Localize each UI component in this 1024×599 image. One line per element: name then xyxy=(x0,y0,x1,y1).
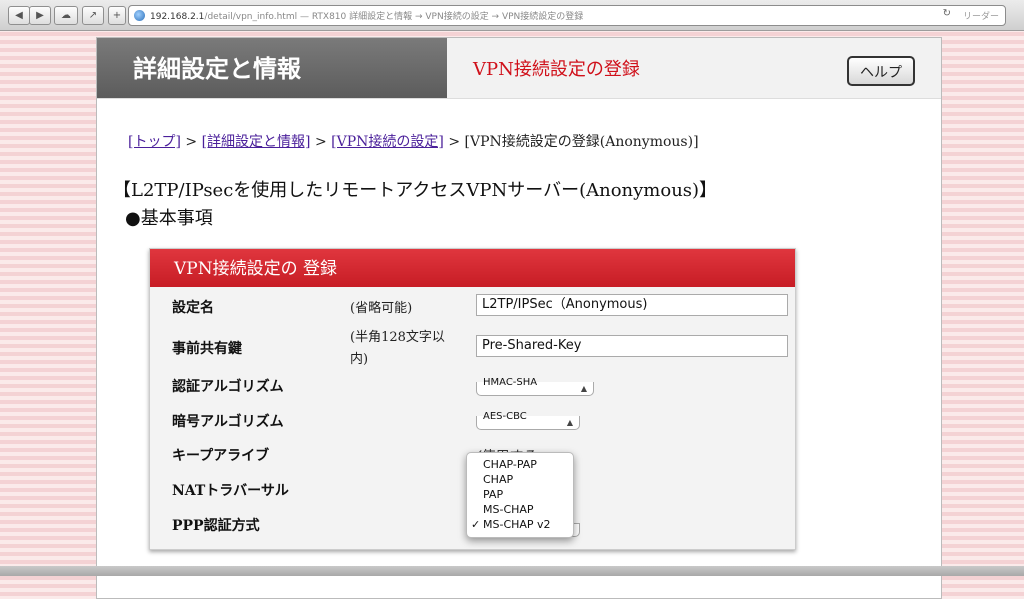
name-input[interactable]: L2TP/IPSec（Anonymous) xyxy=(476,294,788,316)
auth-select[interactable]: HMAC-SHA ▲ xyxy=(476,378,594,396)
share-icon[interactable]: ↗ xyxy=(82,6,104,25)
enc-label: 暗号アルゴリズム xyxy=(172,414,284,430)
dropdown-option[interactable]: CHAP-PAP xyxy=(467,457,573,472)
keepalive-label: キープアライブ xyxy=(172,448,270,464)
dropdown-option[interactable]: PAP xyxy=(467,487,573,502)
breadcrumb-separator: > xyxy=(448,134,461,150)
page-header: 詳細設定と情報 VPN接続設定の登録 ヘルプ xyxy=(97,38,941,99)
form-title: VPN接続設定の 登録 xyxy=(150,249,795,287)
dropdown-option-label: MS-CHAP v2 xyxy=(483,518,551,531)
breadcrumb-current: [VPN接続設定の登録(Anonymous)] xyxy=(464,134,699,150)
subsection-heading: ●基本事項 xyxy=(125,208,213,229)
psk-note: (半角128文字以 xyxy=(350,330,445,345)
back-button[interactable]: ◀ xyxy=(8,6,30,25)
reload-icon[interactable]: ↻ xyxy=(943,8,951,19)
breadcrumb-vpn-link[interactable]: [VPN接続の設定] xyxy=(331,134,444,150)
breadcrumb-separator: > xyxy=(314,134,327,150)
breadcrumb-top-link[interactable]: [トップ] xyxy=(128,134,181,150)
forward-button[interactable]: ▶ xyxy=(29,6,51,25)
section-heading: 【L2TP/IPsecを使用したリモートアクセスVPNサーバー(Anonymou… xyxy=(113,180,718,201)
globe-icon xyxy=(134,10,145,21)
ppp-label: PPP認証方式 xyxy=(172,518,260,534)
psk-label: 事前共有鍵 xyxy=(172,341,242,357)
dropdown-option-selected[interactable]: ✓ MS-CHAP v2 xyxy=(467,517,573,532)
cloud-icon[interactable]: ☁ xyxy=(54,6,78,25)
browser-toolbar: ◀ ▶ ☁ ↗ + 192.168.2.1/detail/vpn_info.ht… xyxy=(0,0,1024,31)
checkmark-icon: ✓ xyxy=(471,518,481,531)
dropdown-option[interactable]: MS-CHAP xyxy=(467,502,573,517)
reader-button[interactable]: リーダー xyxy=(963,9,999,22)
name-label: 設定名 xyxy=(172,300,214,316)
enc-select[interactable]: AES-CBC ▲ xyxy=(476,412,580,430)
auth-label: 認証アルゴリズム xyxy=(172,379,284,395)
address-bar[interactable]: 192.168.2.1/detail/vpn_info.html — RTX81… xyxy=(128,5,1006,26)
breadcrumb-detail-link[interactable]: [詳細設定と情報] xyxy=(202,134,311,150)
breadcrumb-separator: > xyxy=(185,134,198,150)
ppp-dropdown-menu: CHAP-PAP CHAP PAP MS-CHAP ✓ MS-CHAP v2 xyxy=(466,452,574,538)
help-button[interactable]: ヘルプ xyxy=(847,56,915,86)
nat-label: NATトラバーサル xyxy=(172,483,289,499)
select-arrow-icon: ▲ xyxy=(580,384,587,393)
psk-note-cont: 内) xyxy=(350,352,369,367)
url-text: 192.168.2.1/detail/vpn_info.html — RTX81… xyxy=(150,12,584,22)
psk-input[interactable]: Pre-Shared-Key xyxy=(476,335,788,357)
breadcrumb: [トップ] > [詳細設定と情報] > [VPN接続の設定] > [VPN接続設… xyxy=(128,131,699,151)
horizontal-scrollbar[interactable] xyxy=(0,566,1024,576)
enc-select-value: AES-CBC xyxy=(483,411,527,422)
section-title: 詳細設定と情報 xyxy=(97,38,447,98)
select-arrow-icon: ▲ xyxy=(566,418,573,427)
dropdown-option[interactable]: CHAP xyxy=(467,472,573,487)
page-title: VPN接続設定の登録 xyxy=(473,59,640,80)
auth-select-value: HMAC-SHA xyxy=(483,377,538,388)
name-note: (省略可能) xyxy=(350,301,413,316)
new-tab-button[interactable]: + xyxy=(108,6,126,25)
